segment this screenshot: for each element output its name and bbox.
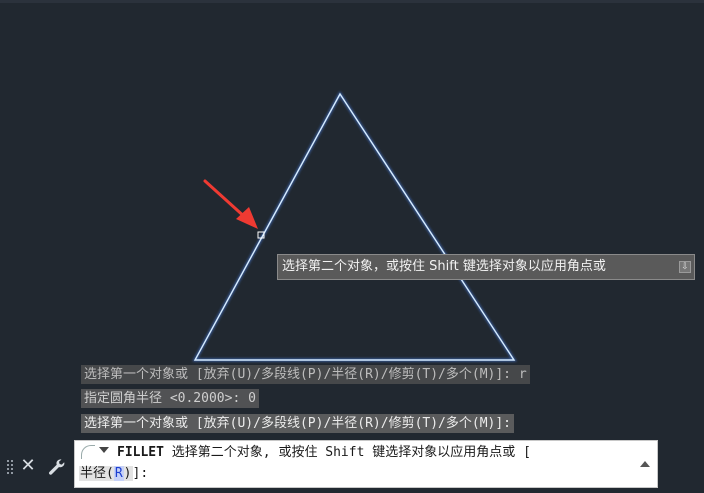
command-bar: ✕ FILLET 选择第二个对象, 或按住 Shift 键选择对象以应用角点或 … — [0, 440, 704, 493]
wrench-icon — [49, 459, 65, 475]
command-prompt-line: FILLET 选择第二个对象, 或按住 Shift 键选择对象以应用角点或 [ — [117, 443, 531, 463]
command-line-bracket — [81, 445, 95, 459]
option-key: R — [113, 466, 124, 481]
close-button[interactable]: ✕ — [19, 456, 37, 476]
drag-grip-icon[interactable] — [6, 459, 14, 476]
recent-commands-dropdown-icon[interactable] — [99, 447, 109, 453]
drawing-canvas[interactable]: 选择第二个对象，或按住 Shift 键选择对象以应用角点或 ⇩ 选择第一个对象或… — [0, 0, 704, 493]
command-option-line: 半径(R)]: — [79, 464, 148, 484]
command-history-line: 指定圆角半径 <0.2000>: 0 — [81, 389, 259, 408]
option-label: 半径 — [80, 466, 107, 481]
customize-button[interactable] — [46, 456, 68, 478]
command-tooltip: 选择第二个对象，或按住 Shift 键选择对象以应用角点或 ⇩ — [277, 254, 695, 280]
command-history-line: 选择第一个对象或 [放弃(U)/多段线(P)/半径(R)/修剪(T)/多个(M)… — [81, 365, 530, 384]
command-input[interactable]: FILLET 选择第二个对象, 或按住 Shift 键选择对象以应用角点或 [ … — [74, 440, 658, 488]
command-history-line: 选择第一个对象或 [放弃(U)/多段线(P)/半径(R)/修剪(T)/多个(M)… — [81, 414, 515, 433]
command-prompt-text: 选择第二个对象, 或按住 Shift 键选择对象以应用角点或 [ — [171, 445, 531, 460]
command-history-up-icon[interactable] — [640, 461, 650, 467]
triangle-shape[interactable] — [192, 91, 517, 362]
tooltip-text: 选择第二个对象，或按住 Shift 键选择对象以应用角点或 — [282, 259, 606, 274]
option-paren-open: ( — [106, 466, 114, 481]
expand-icon[interactable]: ⇩ — [679, 261, 691, 273]
red-arrow-annotation — [203, 179, 258, 229]
option-radius[interactable]: 半径(R) — [79, 466, 133, 481]
command-suffix: ]: — [132, 466, 149, 481]
command-name: FILLET — [117, 445, 164, 460]
option-paren-close: ) — [123, 466, 132, 481]
